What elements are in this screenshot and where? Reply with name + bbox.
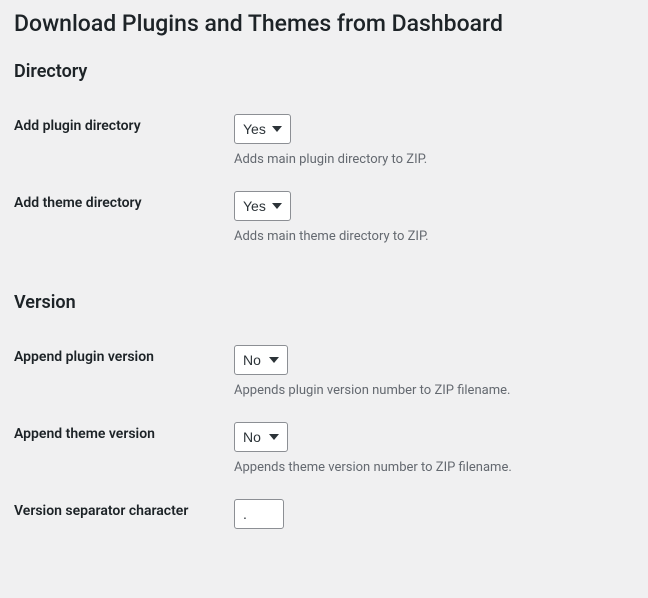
version-settings-table: Append plugin version No Appends plugin … (14, 341, 628, 549)
directory-settings-table: Add plugin directory Yes Adds main plugi… (14, 110, 628, 264)
select-append-plugin-version[interactable]: No (234, 345, 288, 375)
label-add-plugin-directory: Add plugin directory (14, 110, 234, 187)
label-append-plugin-version: Append plugin version (14, 341, 234, 418)
row-append-plugin-version: Append plugin version No Appends plugin … (14, 341, 628, 418)
row-add-theme-directory: Add theme directory Yes Adds main theme … (14, 187, 628, 264)
label-append-theme-version: Append theme version (14, 418, 234, 495)
row-append-theme-version: Append theme version No Appends theme ve… (14, 418, 628, 495)
desc-add-plugin-directory: Adds main plugin directory to ZIP. (234, 152, 628, 167)
input-version-separator[interactable] (234, 499, 284, 529)
desc-append-plugin-version: Appends plugin version number to ZIP fil… (234, 383, 628, 398)
page-title: Download Plugins and Themes from Dashboa… (14, 10, 628, 37)
desc-add-theme-directory: Adds main theme directory to ZIP. (234, 229, 628, 244)
select-append-theme-version[interactable]: No (234, 422, 288, 452)
settings-wrap: Download Plugins and Themes from Dashboa… (0, 0, 648, 597)
select-add-theme-directory[interactable]: Yes (234, 191, 291, 221)
section-heading-version: Version (14, 292, 628, 313)
select-add-plugin-directory[interactable]: Yes (234, 114, 291, 144)
label-version-separator: Version separator character (14, 495, 234, 549)
row-version-separator: Version separator character (14, 495, 628, 549)
desc-append-theme-version: Appends theme version number to ZIP file… (234, 460, 628, 475)
section-heading-directory: Directory (14, 61, 628, 82)
row-add-plugin-directory: Add plugin directory Yes Adds main plugi… (14, 110, 628, 187)
label-add-theme-directory: Add theme directory (14, 187, 234, 264)
